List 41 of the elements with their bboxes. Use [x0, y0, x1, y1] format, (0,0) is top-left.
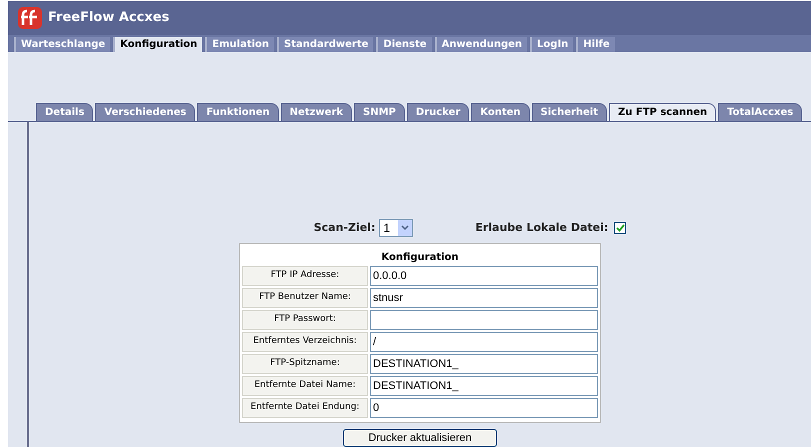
sub-tab[interactable]: Zu FTP scannen — [609, 103, 716, 121]
input-field[interactable]: stnusr — [370, 288, 598, 308]
input-field[interactable]: DESTINATION1_ — [370, 376, 598, 396]
nav-tab[interactable]: Dienste — [376, 37, 432, 52]
logo-icon — [18, 7, 42, 29]
nav-tab[interactable]: LogIn — [530, 37, 574, 52]
check-icon — [616, 224, 625, 232]
nav-tab[interactable]: Anwendungen — [434, 37, 528, 52]
sub-tab[interactable]: TotalAccxes — [718, 103, 802, 121]
nav-tab[interactable]: Warteschlange — [14, 37, 110, 52]
nav-tab[interactable]: Hilfe — [576, 37, 615, 52]
field-label: Entferntes Verzeichnis: — [242, 332, 368, 352]
input-field[interactable]: 0 — [370, 398, 598, 418]
sub-tab[interactable]: Drucker — [406, 103, 470, 121]
sub-tab[interactable]: SNMP — [354, 103, 405, 121]
app-title: FreeFlow Accxes — [48, 9, 170, 28]
field-label: FTP Benutzer Name: — [242, 288, 368, 308]
sub-tab[interactable]: Funktionen — [197, 103, 279, 121]
field-label: Entfernte Datei Endung: — [242, 398, 368, 418]
input-field[interactable]: 0.0.0.0 — [370, 266, 598, 286]
field-label: FTP Passwort: — [242, 310, 368, 330]
checkbox[interactable] — [614, 222, 626, 234]
input-field[interactable]: / — [370, 332, 598, 352]
field-label: FTP-Spitzname: — [242, 354, 368, 374]
nav-tab[interactable]: Emulation — [205, 37, 274, 52]
field-label: FTP IP Adresse: — [242, 266, 368, 286]
allow-local-file-label: Erlaube Lokale Datei: — [475, 220, 608, 236]
sub-tab[interactable]: Netzwerk — [280, 103, 352, 121]
sub-tab[interactable]: Verschiedenes — [95, 103, 196, 121]
scan-target-label: Scan-Ziel: — [314, 220, 376, 236]
field-label: Entfernte Datei Name: — [242, 376, 368, 396]
input-field[interactable] — [370, 310, 598, 330]
sub-tab[interactable]: Details — [36, 103, 94, 121]
table-title: Konfiguration — [380, 251, 460, 265]
input-field[interactable]: DESTINATION1_ — [370, 354, 598, 374]
scan-target-select[interactable]: 1 — [379, 219, 414, 237]
nav-tab[interactable]: Standardwerte — [277, 37, 374, 52]
nav-tab[interactable]: Konfiguration — [113, 37, 202, 52]
sub-tab[interactable]: Konten — [471, 103, 530, 121]
sub-tab[interactable]: Sicherheit — [532, 103, 608, 121]
update-printer-button[interactable]: Drucker aktualisieren — [343, 429, 497, 447]
